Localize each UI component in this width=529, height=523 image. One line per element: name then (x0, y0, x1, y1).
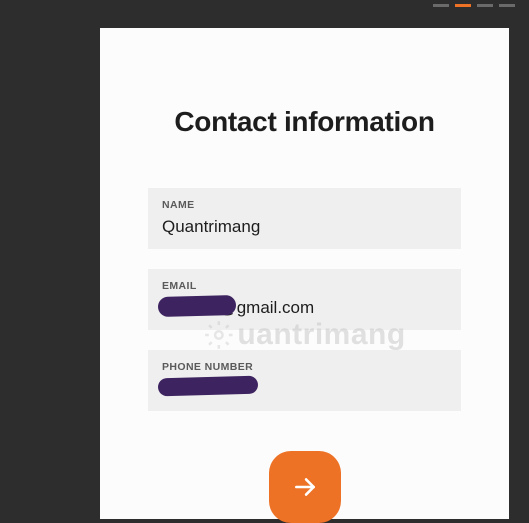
phone-label: PHONE NUMBER (162, 361, 447, 373)
name-field-wrapper[interactable]: NAME (148, 188, 461, 249)
next-button[interactable] (269, 451, 341, 523)
arrow-right-icon (292, 474, 318, 500)
contact-form: NAME EMAIL xxxxxx4@gmail.com PHONE NUMBE… (148, 188, 461, 411)
progress-indicator (433, 4, 515, 7)
name-input[interactable] (162, 217, 447, 237)
contact-card: Contact information NAME EMAIL xxxxxx4@g… (100, 28, 509, 519)
email-field-wrapper[interactable]: EMAIL xxxxxx4@gmail.com (148, 269, 461, 330)
name-label: NAME (162, 199, 447, 211)
email-input-display[interactable]: xxxxxx4@gmail.com (162, 298, 447, 318)
progress-step-3 (477, 4, 493, 7)
progress-step-2 (455, 4, 471, 7)
progress-step-4 (499, 4, 515, 7)
phone-input-display[interactable]: xxxxxxxx (162, 379, 447, 399)
redaction-mark (158, 376, 258, 397)
redaction-mark (158, 295, 236, 317)
email-label: EMAIL (162, 280, 447, 292)
phone-field-wrapper[interactable]: PHONE NUMBER xxxxxxxx (148, 350, 461, 411)
progress-step-1 (433, 4, 449, 7)
page-title: Contact information (148, 106, 461, 138)
